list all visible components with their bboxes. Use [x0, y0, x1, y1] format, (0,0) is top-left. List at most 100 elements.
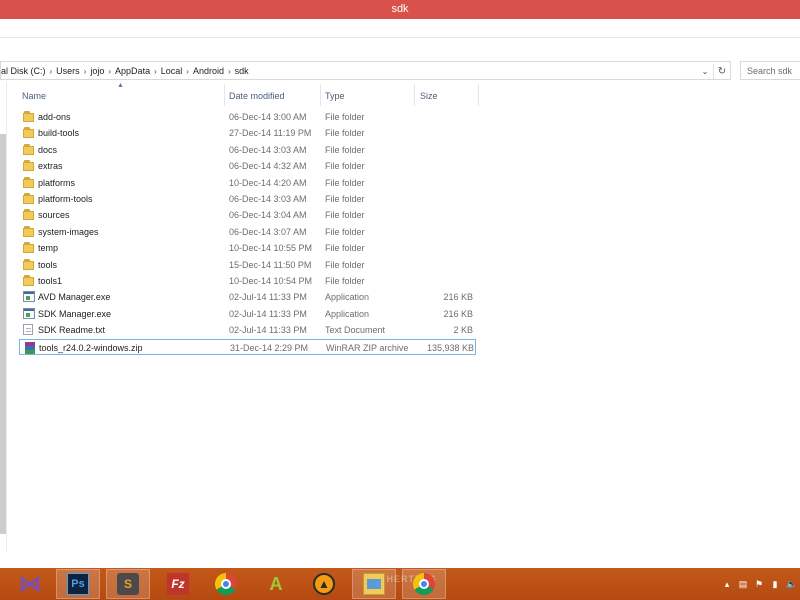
volume-icon[interactable]: 🔈	[786, 579, 797, 590]
file-type: File folder	[325, 177, 365, 188]
visual-studio-icon: ⋈	[19, 571, 41, 596]
text-document-icon	[23, 324, 33, 336]
breadcrumb-separator-icon[interactable]: ›	[46, 67, 57, 76]
taskbar-button[interactable]: Ps	[56, 569, 100, 599]
folder-icon	[23, 258, 35, 270]
folder-icon	[23, 143, 35, 155]
taskbar-button[interactable]: A	[254, 569, 298, 599]
file-explorer-icon	[363, 573, 385, 595]
column-header-size-label: Size	[420, 91, 438, 101]
folder-icon	[23, 209, 35, 221]
flag-icon[interactable]: ⚑	[754, 579, 764, 590]
file-name: add-ons	[38, 112, 71, 122]
file-type: File folder	[325, 276, 365, 286]
taskbar-button[interactable]	[352, 569, 396, 599]
search-input[interactable]	[741, 62, 800, 79]
sort-ascending-icon: ▲	[117, 82, 124, 89]
file-date-modified: 02-Jul-14 11:33 PM	[229, 308, 307, 319]
file-date-modified: 15-Dec-14 11:50 PM	[229, 259, 312, 270]
search-box[interactable]	[740, 61, 800, 80]
column-header-size[interactable]: Size	[415, 84, 479, 106]
breadcrumb-item-appdata[interactable]: AppData	[115, 66, 150, 76]
file-type: File folder	[325, 259, 365, 270]
column-header-type[interactable]: Type	[321, 84, 415, 106]
breadcrumb-item-local[interactable]: Local	[161, 66, 183, 76]
file-name: platform-tools	[38, 194, 93, 204]
column-header-name[interactable]: ▲ Name	[7, 82, 225, 106]
column-header-date[interactable]: Date modified	[225, 84, 321, 106]
file-row[interactable]: tools1 10-Dec-14 10:54 PM File folder	[19, 273, 476, 289]
file-type: WinRAR ZIP archive	[326, 342, 409, 353]
folder-icon	[23, 275, 35, 286]
file-name: SDK Manager.exe	[38, 308, 112, 319]
breadcrumb-separator-icon[interactable]: ›	[224, 67, 235, 76]
filezilla-icon: Fz	[167, 573, 189, 595]
file-row[interactable]: system-images 06-Dec-14 3:07 AM File folde…	[19, 224, 476, 240]
window-title: sdk	[391, 3, 409, 15]
file-row[interactable]: extras 06-Dec-14 4:32 AM File folder	[19, 158, 476, 174]
system-tray: ▴ ▤ ⚑ ▮ 🔈	[722, 576, 800, 592]
file-name: extras	[38, 161, 63, 172]
file-row[interactable]: add-ons 06-Dec-14 3:00 AM File folder	[19, 109, 476, 125]
file-date-modified: 06-Dec-14 3:00 AM	[229, 112, 307, 122]
file-date-modified: 06-Dec-14 3:04 AM	[229, 210, 307, 221]
file-row[interactable]: SDK Manager.exe 02-Jul-14 11:33 PM Applica…	[19, 306, 476, 322]
file-date-modified: 10-Dec-14 4:20 AM	[229, 177, 307, 188]
android-studio-icon: A	[269, 573, 283, 594]
title-bar[interactable]: sdk	[0, 0, 800, 19]
file-row[interactable]: tools 15-Dec-14 11:50 PM File folder	[19, 257, 476, 273]
file-date-modified: 27-Dec-14 11:19 PM	[229, 128, 312, 139]
folder-icon	[23, 242, 35, 254]
battery-icon[interactable]: ▮	[770, 579, 780, 590]
file-row[interactable]: platform-tools 06-Dec-14 3:03 AM File fold…	[19, 191, 476, 207]
file-row[interactable]: platforms 10-Dec-14 4:20 AM File folder	[19, 175, 476, 191]
breadcrumb-separator-icon[interactable]: ›	[150, 67, 161, 76]
taskbar-button[interactable]: ▲	[302, 569, 346, 599]
file-row[interactable]: docs 06-Dec-14 3:03 AM File folder	[19, 142, 476, 158]
file-type: File folder	[325, 226, 365, 237]
file-row[interactable]: AVD Manager.exe 02-Jul-14 11:33 PM Applica…	[19, 289, 476, 305]
folder-icon	[23, 176, 35, 188]
address-row: al Disk (C:) › Users › jojo › AppData › Local › An…	[0, 60, 800, 82]
breadcrumb-separator-icon[interactable]: ›	[182, 67, 193, 76]
breadcrumb-item-sdk[interactable]: sdk	[235, 66, 249, 76]
file-name: tools	[38, 259, 58, 270]
file-row[interactable]: tools_r24.0.2-windows.zip 31-Dec-14 2:29 …	[19, 338, 476, 355]
file-row[interactable]: SDK Readme.txt 02-Jul-14 11:33 PM Text Doc…	[19, 322, 476, 338]
address-bar[interactable]: al Disk (C:) › Users › jojo › AppData › Local › An…	[0, 61, 731, 80]
taskbar-button[interactable]	[204, 569, 248, 599]
breadcrumb-separator-icon[interactable]: ›	[80, 67, 91, 76]
breadcrumb-item-users[interactable]: Users	[56, 66, 80, 76]
chevron-down-icon[interactable]: ⌄	[698, 64, 712, 79]
breadcrumb-item-drive[interactable]: al Disk (C:)	[1, 66, 46, 76]
column-header-type-label: Type	[325, 91, 345, 101]
show-hidden-icons-icon[interactable]: ▴	[722, 579, 732, 590]
file-row[interactable]: build-tools 27-Dec-14 11:19 PM File folder	[19, 125, 476, 141]
taskbar-button[interactable]	[402, 569, 446, 599]
breadcrumb-item-jojo[interactable]: jojo	[90, 66, 104, 76]
folder-icon	[23, 193, 35, 204]
file-date-modified: 06-Dec-14 3:03 AM	[229, 144, 307, 155]
breadcrumb-separator-icon[interactable]: ›	[104, 67, 115, 76]
taskbar-button[interactable]: S	[106, 569, 150, 599]
file-row[interactable]: temp 10-Dec-14 10:55 PM File folder	[19, 240, 476, 256]
file-row[interactable]: sources 06-Dec-14 3:04 AM File folder	[19, 207, 476, 223]
column-header-date-label: Date modified	[229, 91, 285, 101]
network-icon[interactable]: ▤	[738, 579, 748, 590]
file-name: SDK Readme.txt	[38, 325, 106, 336]
refresh-icon[interactable]: ↻	[713, 64, 730, 79]
file-name: sources	[38, 210, 70, 221]
taskbar-button[interactable]: ⋈	[8, 569, 52, 599]
breadcrumb-item-android[interactable]: Android	[193, 66, 224, 76]
file-name: docs	[38, 144, 58, 155]
file-name: AVD Manager.exe	[38, 292, 111, 303]
navigation-pane-scrollbar[interactable]	[0, 82, 7, 552]
scrollbar-thumb[interactable]	[0, 134, 6, 534]
photoshop-icon: Ps	[67, 573, 89, 595]
file-size: 216 KB	[443, 308, 473, 319]
file-type: File folder	[325, 144, 365, 155]
file-name: tools_r24.0.2-windows.zip	[39, 342, 143, 353]
folder-icon	[23, 225, 35, 237]
vlc-icon: ▲	[313, 573, 335, 595]
taskbar-button[interactable]: Fz	[156, 569, 200, 599]
